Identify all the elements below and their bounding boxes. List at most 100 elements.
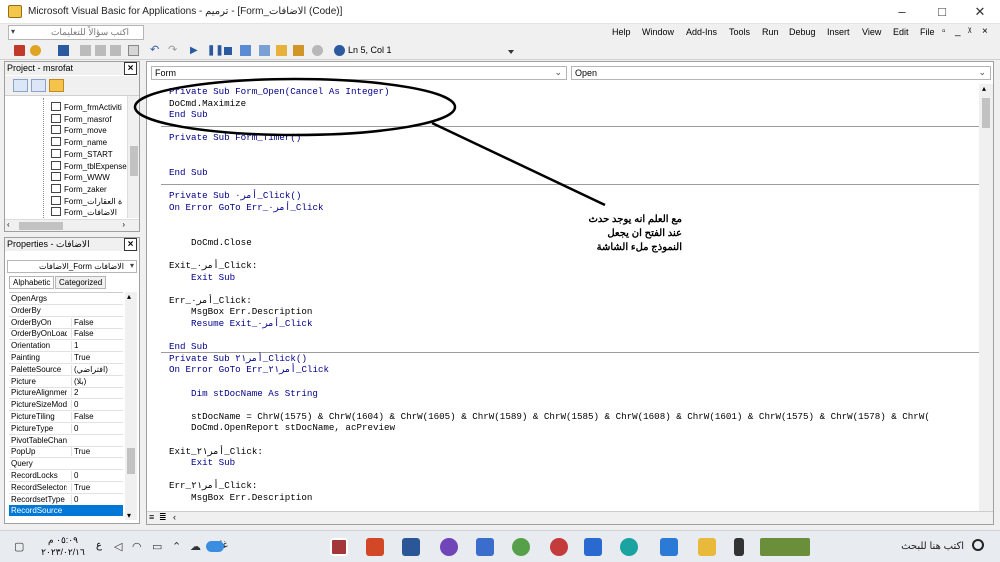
property-row[interactable]: Painting True	[9, 352, 123, 364]
app-icon[interactable]	[476, 538, 494, 556]
scroll-up-icon[interactable]: ▴	[982, 84, 986, 93]
property-value[interactable]: True	[71, 482, 123, 492]
copy-icon[interactable]	[95, 45, 106, 56]
run-icon[interactable]: ▶	[190, 45, 201, 56]
chevron-up-icon[interactable]: ⌃	[172, 540, 181, 553]
paste-icon[interactable]	[110, 45, 121, 56]
property-value[interactable]: 2	[71, 388, 123, 398]
property-row[interactable]: PaletteSource (افتراضي)	[9, 364, 123, 376]
save-icon[interactable]	[58, 45, 69, 56]
mdi-restore-button[interactable]: ᵡ	[968, 26, 971, 37]
full-module-view-icon[interactable]: ≣	[159, 512, 167, 523]
property-value[interactable]: False	[71, 412, 123, 421]
code-vertical-scrollbar[interactable]: ▴	[979, 84, 993, 512]
scroll-thumb[interactable]	[982, 98, 990, 128]
access-icon[interactable]	[330, 538, 348, 556]
code-line[interactable]: stDocName = ChrW(1575) & ChrW(1604) & Ch…	[169, 411, 930, 422]
tree-item[interactable]: Form_الاضافات	[51, 207, 117, 218]
code-line[interactable]: DoCmd.OpenReport stDocName, acPreview	[169, 422, 395, 433]
chevron-down-icon[interactable]: ▾	[11, 27, 15, 36]
scroll-left-icon[interactable]: ‹	[7, 220, 10, 229]
mdi-minimize-button[interactable]: _	[955, 26, 961, 37]
cloud-icon[interactable]	[206, 541, 224, 552]
property-row[interactable]: RecordsetType 0	[9, 494, 123, 506]
code-horizontal-scrollbar[interactable]: ≡ ≣ ‹	[147, 511, 993, 524]
property-row[interactable]: Orientation 1	[9, 340, 123, 353]
find-icon[interactable]	[128, 45, 139, 56]
properties-panel-close-button[interactable]: ×	[124, 238, 137, 251]
minimize-button[interactable]: –	[882, 0, 922, 24]
menu-tools[interactable]: Tools	[729, 27, 750, 37]
undo-icon[interactable]: ↶	[150, 45, 161, 56]
scroll-right-icon[interactable]: ›	[122, 220, 125, 229]
mdi-close-button[interactable]: ×	[982, 26, 988, 37]
tree-item[interactable]: Form_zaker	[51, 183, 107, 195]
code-line[interactable]: Exit_أمر٠_Click:	[169, 260, 257, 271]
tree-item[interactable]: Form_move	[51, 125, 107, 136]
property-value[interactable]: 1	[71, 341, 123, 351]
code-line[interactable]: Private Sub Form_Open(Cancel As Integer)	[169, 86, 390, 97]
app-icon[interactable]	[550, 538, 568, 556]
project-panel-close-button[interactable]: ×	[124, 62, 137, 75]
property-row[interactable]: RecordSource	[9, 505, 123, 516]
tree-item[interactable]: Form_ة العقارات	[51, 195, 122, 207]
code-line[interactable]: Exit_أمر٢١_Click:	[169, 446, 263, 457]
code-line[interactable]: DoCmd.Close	[169, 237, 252, 248]
taskbar-search-input[interactable]: اكتب هنا للبحث	[852, 537, 992, 557]
language-indicator[interactable]: ع	[96, 540, 102, 551]
taskbar-clock[interactable]: ٠٥:٠٩ م ٢٠٢٣/٠٢/١٦	[38, 534, 88, 558]
project-horizontal-scrollbar[interactable]: ‹ ›	[5, 219, 139, 231]
onedrive-icon[interactable]: ☁	[190, 540, 201, 553]
menu-debug[interactable]: Debug	[789, 27, 816, 37]
menu-insert[interactable]: Insert	[827, 27, 850, 37]
property-value[interactable]: 0	[71, 423, 123, 433]
property-value[interactable]: False	[71, 317, 123, 327]
properties-window-icon[interactable]	[276, 45, 287, 56]
property-value[interactable]: (افتراضي)	[71, 364, 123, 374]
speaker-icon[interactable]: ◁	[114, 540, 122, 553]
scroll-thumb[interactable]	[130, 146, 138, 176]
code-line[interactable]: End Sub	[169, 109, 208, 120]
property-row[interactable]: RecordLocks 0	[9, 470, 123, 482]
object-browser-icon[interactable]	[293, 45, 304, 56]
code-line[interactable]: DoCmd.Maximize	[169, 98, 246, 109]
access-icon[interactable]: ▫	[942, 26, 946, 37]
code-line[interactable]: Private Sub أمر٠_Click()	[169, 190, 301, 201]
widget-landscape-icon[interactable]	[760, 538, 810, 556]
scroll-thumb[interactable]	[19, 222, 63, 230]
chevron-down-icon[interactable]: ⌄	[554, 67, 562, 78]
property-row[interactable]: Query	[9, 458, 123, 471]
scroll-thumb[interactable]	[127, 448, 135, 474]
property-value[interactable]: 0	[71, 494, 123, 504]
property-value[interactable]: True	[71, 353, 123, 362]
mail-icon[interactable]	[584, 538, 602, 556]
property-row[interactable]: OpenArgs	[9, 293, 123, 305]
wifi-icon[interactable]: ◠	[132, 540, 142, 553]
tree-item[interactable]: Form_name	[51, 137, 107, 148]
code-line[interactable]: Dim stDocName As String	[169, 388, 318, 399]
scroll-up-icon[interactable]: ▴	[127, 292, 131, 301]
tree-item[interactable]: Form_START	[51, 148, 113, 160]
project-explorer-icon[interactable]	[259, 45, 270, 56]
menu-file[interactable]: File	[920, 27, 935, 37]
reset-icon[interactable]	[224, 47, 232, 55]
insert-module-icon[interactable]	[30, 45, 41, 56]
code-line[interactable]: Err_أمر٠_Click:	[169, 295, 252, 306]
code-line[interactable]: End Sub	[169, 167, 208, 178]
view-code-icon[interactable]	[13, 79, 28, 92]
app-icon[interactable]	[440, 538, 458, 556]
property-value[interactable]: True	[71, 447, 123, 457]
property-row[interactable]: OrderByOn False	[9, 317, 123, 329]
maximize-button[interactable]: □	[922, 0, 962, 24]
word-icon[interactable]	[402, 538, 420, 556]
menu-window[interactable]: Window	[642, 27, 674, 37]
property-value[interactable]: 0	[71, 400, 123, 410]
chevron-down-icon[interactable]: ⌄	[978, 67, 986, 78]
scroll-left-icon[interactable]: ‹	[173, 512, 176, 522]
property-row[interactable]: OrderByOnLoad False	[9, 328, 123, 341]
menu-run[interactable]: Run	[762, 27, 779, 37]
toolbox-icon[interactable]	[312, 45, 323, 56]
tab-alphabetic[interactable]: Alphabetic	[9, 276, 55, 289]
property-row[interactable]: PivotTableChang	[9, 435, 123, 447]
menu-view[interactable]: View	[862, 27, 881, 37]
